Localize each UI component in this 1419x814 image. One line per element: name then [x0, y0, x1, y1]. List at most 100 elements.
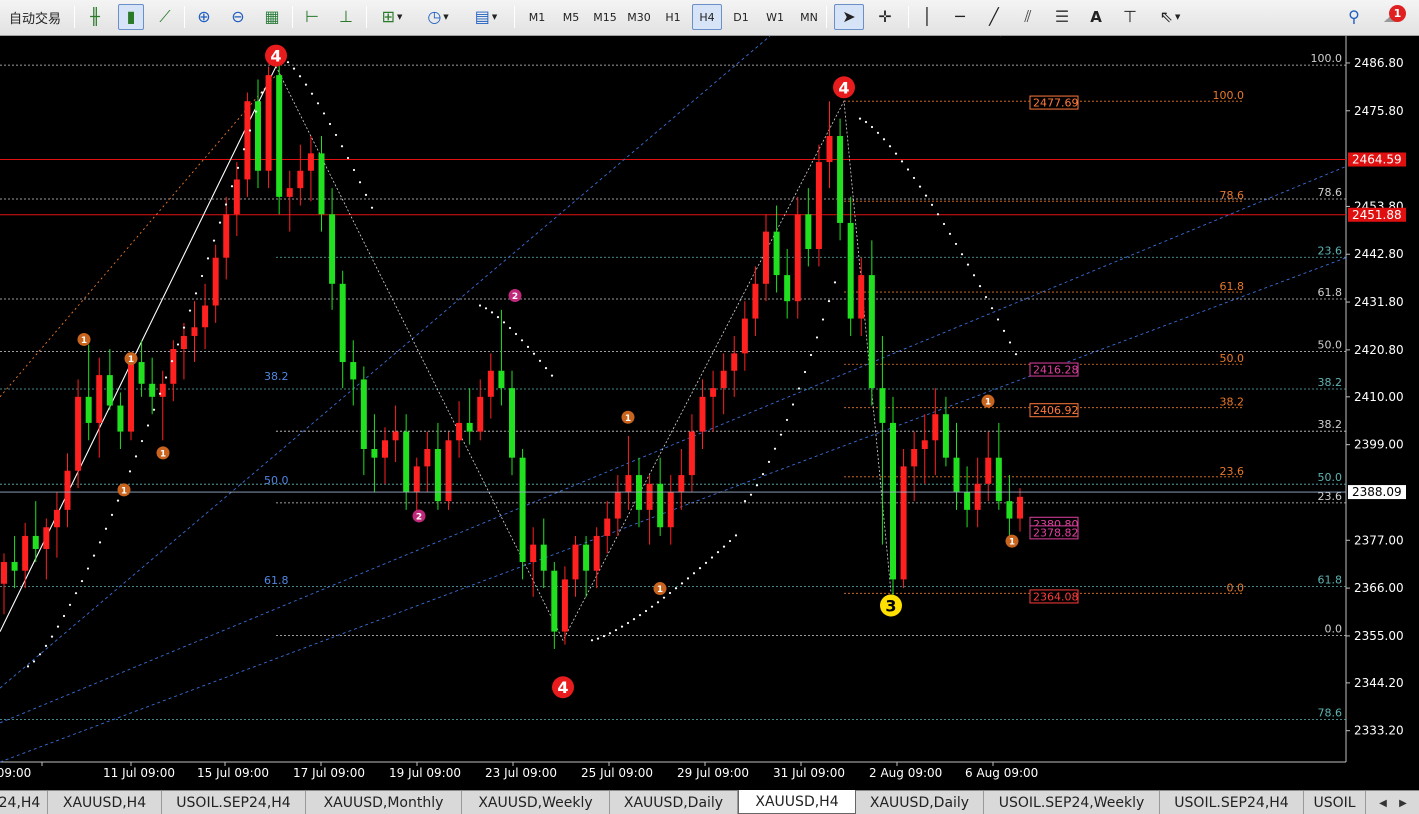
fib-orange-label: 50.0	[1220, 352, 1245, 365]
templates-button[interactable]: ▤ ▼	[464, 4, 508, 30]
candle-body	[667, 492, 674, 528]
candle-body	[604, 518, 611, 536]
chevron-down-icon: ▼	[491, 13, 498, 21]
crosshair-icon[interactable]: ✛	[870, 4, 900, 30]
candle-body	[921, 440, 928, 449]
chart-tab[interactable]: XAUUSD,Monthly	[306, 791, 462, 814]
candle-body	[149, 383, 156, 397]
text-label-icon[interactable]: ⊤	[1116, 4, 1144, 30]
notifications-button[interactable]: ☁ 1	[1374, 4, 1408, 30]
sar-dot	[1008, 341, 1012, 344]
sar-dot	[56, 625, 60, 628]
candle-body	[329, 214, 336, 284]
timeframe-label: M1	[528, 10, 546, 24]
chart-tab-label: 24,H4	[0, 794, 41, 811]
candle-body	[699, 396, 706, 432]
autoscroll-icon[interactable]: ⊥	[332, 4, 360, 30]
horizontal-line-icon[interactable]: ─	[946, 4, 974, 30]
candle-body	[720, 370, 727, 389]
sar-dot	[773, 447, 777, 450]
bar-chart-icon[interactable]: ╫	[82, 4, 108, 30]
periods-button[interactable]: ◷ ▼	[418, 4, 458, 30]
auto-trading-button[interactable]: 自动交易	[2, 4, 68, 30]
chart-tab[interactable]: USOIL.SEP24,Weekly	[984, 791, 1160, 814]
timeframe-m5[interactable]: M5	[556, 4, 586, 30]
chart-tab[interactable]: 24,H4	[0, 791, 48, 814]
sar-dot	[224, 203, 228, 206]
chart-tab[interactable]: USOIL	[1304, 791, 1366, 814]
chart-canvas[interactable]: 100.0 78.6 23.6 61.8 50.0 38.2 38.2 50.0 23.6 61.…	[0, 36, 1419, 790]
price-callout-label: 2378.82	[1033, 526, 1079, 539]
candle-body	[995, 457, 1002, 502]
chart-tab-label: XAUUSD,H4	[755, 793, 839, 810]
wave-label-text: 1	[121, 486, 127, 496]
chart-tab[interactable]: XAUUSD,H4	[48, 791, 162, 814]
chart-tab[interactable]: XAUUSD,Daily	[856, 791, 984, 814]
timeframe-w1[interactable]: W1	[760, 4, 790, 30]
candle-body	[847, 222, 854, 319]
sar-dot	[791, 403, 795, 406]
timeframe-label: MN	[800, 10, 818, 24]
timeframe-d1[interactable]: D1	[726, 4, 756, 30]
sar-dot	[924, 194, 928, 197]
sar-dot	[1002, 329, 1006, 332]
timeframe-m15[interactable]: M15	[590, 4, 620, 30]
price-chart[interactable]: 100.0 78.6 23.6 61.8 50.0 38.2 38.2 50.0 23.6 61.…	[0, 36, 1419, 790]
equidistant-channel-icon[interactable]: ⫽	[1014, 4, 1042, 30]
time-tick-label: 19 Jul 09:00	[389, 766, 461, 780]
tab-scroll-left-icon[interactable]: ◀	[1376, 795, 1390, 811]
sar-dot	[638, 614, 642, 617]
timeframe-m30[interactable]: M30	[624, 4, 654, 30]
candle-body	[487, 370, 494, 397]
chart-shift-icon[interactable]: ⊢	[298, 4, 326, 30]
cursor-icon[interactable]: ➤	[834, 4, 864, 30]
sar-dot	[298, 75, 302, 78]
vertical-line-icon[interactable]: │	[914, 4, 940, 30]
candle-body	[964, 492, 971, 510]
fibonacci-icon[interactable]: ☰	[1048, 4, 1076, 30]
chart-tab[interactable]: XAUUSD,Weekly	[462, 791, 610, 814]
sar-dot	[304, 83, 308, 86]
sar-dot	[876, 131, 880, 134]
tile-windows-icon[interactable]: ▦	[258, 4, 286, 30]
sar-dot	[170, 359, 174, 363]
candle-body	[646, 483, 653, 510]
chart-tab[interactable]: XAUUSD,Daily	[610, 791, 738, 814]
wave-label-text: 2	[512, 292, 518, 302]
zoom-out-icon[interactable]: ⊖	[224, 4, 252, 30]
price-tick-label: 2377.00	[1354, 533, 1404, 547]
time-tick-label: 23 Jul 09:00	[485, 766, 557, 780]
zoom-in-icon[interactable]: ⊕	[190, 4, 218, 30]
candle-body	[974, 483, 981, 510]
sar-dot	[692, 572, 696, 575]
candle-body	[64, 470, 71, 510]
timeframe-mn[interactable]: MN	[794, 4, 824, 30]
sar-dot	[158, 392, 162, 395]
indicators-button[interactable]: ⊞ ▼	[372, 4, 412, 30]
candle-body	[911, 448, 918, 467]
timeframe-h1[interactable]: H1	[658, 4, 688, 30]
chart-tab[interactable]: XAUUSD,H4	[738, 790, 856, 814]
timeframe-label: D1	[733, 10, 749, 24]
fib-level-label: 78.6	[1318, 186, 1343, 199]
chart-tab-label: XAUUSD,Daily	[869, 794, 970, 811]
candlestick-icon[interactable]: ▮	[118, 4, 144, 30]
sar-dot	[698, 567, 702, 570]
chart-tab[interactable]: USOIL.SEP24,H4	[1160, 791, 1304, 814]
sar-dot	[86, 567, 90, 570]
text-tool-button[interactable]: A	[1082, 4, 1110, 30]
price-callout-label: 2477.69	[1033, 97, 1079, 110]
search-icon[interactable]: ⚲	[1340, 4, 1368, 30]
arrows-button[interactable]: ⇖ ▼	[1150, 4, 1190, 30]
timeframe-h4[interactable]: H4	[692, 4, 722, 30]
timeframe-m1[interactable]: M1	[522, 4, 552, 30]
sar-dot	[62, 614, 66, 618]
sar-dot	[188, 309, 192, 312]
line-chart-icon[interactable]: ⟋	[152, 4, 178, 30]
chart-tab[interactable]: USOIL.SEP24,H4	[162, 791, 306, 814]
fib-blue-label: 50.0	[264, 474, 289, 487]
candle-body	[826, 135, 833, 163]
sar-dot	[827, 300, 831, 303]
trendline-icon[interactable]: ╱	[980, 4, 1008, 30]
tab-scroll-right-icon[interactable]: ▶	[1396, 795, 1410, 811]
